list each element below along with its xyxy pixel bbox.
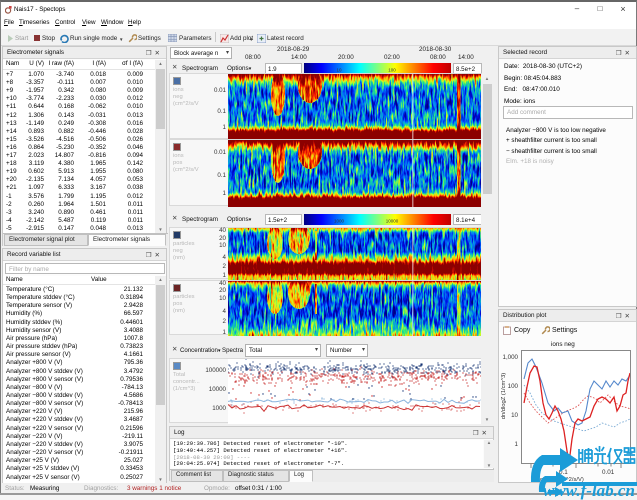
- svg-text:1000: 1000: [334, 219, 345, 224]
- svg-text:www.f-lab.cn: www.f-lab.cn: [543, 481, 635, 500]
- svg-text:10: 10: [336, 68, 342, 73]
- svg-text:100: 100: [388, 68, 396, 73]
- svg-text:10000: 10000: [386, 219, 399, 224]
